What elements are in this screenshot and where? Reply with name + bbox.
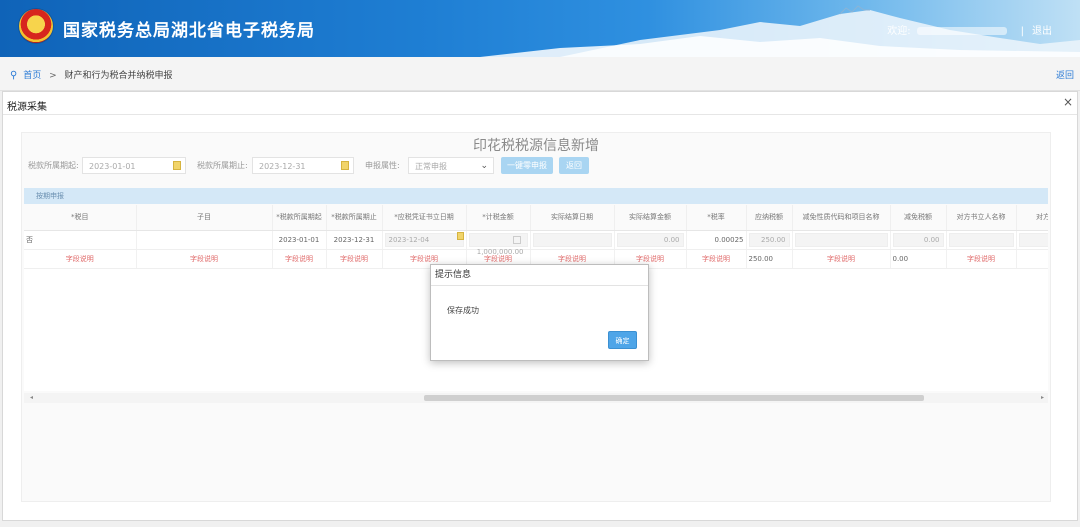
empty-cell bbox=[1016, 249, 1048, 269]
relief-code-cell[interactable] bbox=[792, 230, 891, 250]
period-start-label: 税款所属期起: bbox=[28, 161, 79, 170]
logout-link[interactable]: 退出 bbox=[1032, 26, 1052, 37]
panel-title: 税源采集 bbox=[7, 102, 47, 113]
form-title: 印花税税源信息新增 bbox=[473, 138, 599, 154]
tax-payable-value: 250.00 bbox=[748, 233, 790, 247]
username-redacted bbox=[916, 27, 1007, 35]
declare-attr-value: 正常申报 bbox=[415, 162, 447, 171]
horizontal-scrollbar[interactable]: ◂ ▸ bbox=[24, 393, 1048, 403]
settle-date-cell[interactable] bbox=[530, 230, 615, 250]
col-header: *税目 bbox=[24, 205, 137, 231]
location-pin-icon: ⚲ bbox=[10, 70, 18, 81]
breadcrumb-arrow: > bbox=[49, 71, 57, 81]
field-help-link[interactable]: 字段说明 bbox=[136, 249, 273, 269]
breadcrumb: ⚲ 首页 > 财产和行为税合并纳税申报 bbox=[10, 68, 173, 81]
dialog-message: 保存成功 bbox=[447, 306, 479, 315]
tax-payable-cell: 250.00 bbox=[746, 230, 793, 250]
tax-emblem-icon bbox=[19, 9, 53, 43]
counterparty-input[interactable] bbox=[948, 233, 1014, 247]
period-end-label: 税款所属期止: bbox=[197, 161, 248, 170]
welcome-text: 欢迎 bbox=[887, 26, 908, 37]
taxable-amount-input[interactable]: 1,000,000.00 bbox=[468, 233, 528, 256]
field-help-link[interactable]: 字段说明 bbox=[272, 249, 327, 269]
table-header-row: *税目 子目 *税款所属期起 *税款所属期止 *应税凭证书立日期 *计税金额 实… bbox=[24, 205, 1048, 231]
col-header: 实际结算金额 bbox=[614, 205, 687, 231]
user-area: 欢迎: | 退出 bbox=[887, 26, 1052, 37]
field-help-link[interactable]: 字段说明 bbox=[792, 249, 891, 269]
section-bar: 按期申报 bbox=[24, 188, 1048, 204]
col-header: *税款所属期止 bbox=[326, 205, 383, 231]
relief-amount-input[interactable]: 0.00 bbox=[892, 233, 944, 247]
tax-source-table: *税目 子目 *税款所属期起 *税款所属期止 *应税凭证书立日期 *计税金额 实… bbox=[24, 205, 1048, 269]
breadcrumb-home-link[interactable]: 首页 bbox=[23, 71, 41, 81]
relief-code-input[interactable] bbox=[794, 233, 888, 247]
col-header: 应纳税额 bbox=[746, 205, 793, 231]
period-end-input[interactable]: 2023-12-31 bbox=[252, 157, 354, 174]
col-header: 减免性质代码和项目名称 bbox=[792, 205, 891, 231]
col-header: 子目 bbox=[136, 205, 273, 231]
dialog-title: 提示信息 bbox=[431, 265, 648, 286]
col-header: *计税金额 bbox=[466, 205, 531, 231]
col-header: 减免税额 bbox=[890, 205, 947, 231]
one-click-zero-declare-button[interactable]: 一键零申报 bbox=[501, 157, 553, 174]
scrollbar-thumb[interactable] bbox=[424, 395, 924, 401]
settle-amount-cell[interactable]: 0.00 bbox=[614, 230, 687, 250]
voucher-date-cell[interactable]: 2023-12-04 bbox=[382, 230, 467, 250]
voucher-date-input[interactable]: 2023-12-04 bbox=[384, 232, 464, 247]
col-header: *税款所属期起 bbox=[272, 205, 327, 231]
back-link[interactable]: 返回 bbox=[1056, 68, 1074, 81]
declare-attr-label: 申报属性: bbox=[365, 161, 400, 170]
field-help-link[interactable]: 字段说明 bbox=[686, 249, 747, 269]
col-header: *应税凭证书立日期 bbox=[382, 205, 467, 231]
field-help-link[interactable]: 字段说明 bbox=[326, 249, 383, 269]
field-help-link[interactable]: 字段说明 bbox=[946, 249, 1017, 269]
relief-amount-total: 0.00 bbox=[890, 249, 947, 269]
period-end-value: 2023-12-31 bbox=[259, 162, 306, 171]
relief-amount-cell[interactable]: 0.00 bbox=[890, 230, 947, 250]
col-header: 对方书立 bbox=[1016, 205, 1048, 231]
calendar-icon[interactable] bbox=[173, 161, 181, 170]
settle-amount-input[interactable]: 0.00 bbox=[616, 233, 684, 247]
period-end-cell: 2023-12-31 bbox=[326, 230, 383, 250]
voucher-date-value: 2023-12-04 bbox=[388, 236, 430, 244]
tax-item-cell[interactable]: 否 bbox=[24, 230, 137, 250]
top-banner: 国家税务总局湖北省电子税务局 欢迎: | 退出 bbox=[0, 0, 1080, 57]
declare-attr-select[interactable]: 正常申报 ⌄ bbox=[408, 157, 494, 174]
taxable-amount-cell[interactable]: 1,000,000.00 bbox=[466, 230, 531, 256]
calendar-icon[interactable] bbox=[341, 161, 349, 170]
period-start-value: 2023-01-01 bbox=[89, 162, 136, 171]
counterparty2-input[interactable] bbox=[1018, 233, 1048, 247]
header-separator: | bbox=[1020, 26, 1024, 37]
settle-date-input[interactable] bbox=[532, 233, 612, 247]
scroll-right-icon[interactable]: ▸ bbox=[1041, 393, 1044, 403]
counterparty-cell[interactable] bbox=[946, 230, 1017, 250]
table-row: 否 2023-01-01 2023-12-31 2023-12-04 1,000… bbox=[24, 230, 1048, 256]
counterparty2-cell[interactable] bbox=[1016, 230, 1048, 250]
field-help-link[interactable]: 字段说明 bbox=[24, 249, 137, 269]
site-title: 国家税务总局湖北省电子税务局 bbox=[63, 21, 315, 41]
chevron-down-icon: ⌄ bbox=[480, 161, 488, 171]
period-start-cell: 2023-01-01 bbox=[272, 230, 327, 250]
col-header: 实际结算日期 bbox=[530, 205, 615, 231]
close-icon[interactable]: × bbox=[1063, 95, 1073, 109]
calendar-icon[interactable] bbox=[456, 232, 464, 240]
sub-item-cell[interactable] bbox=[136, 230, 273, 250]
breadcrumb-current: 财产和行为税合并纳税申报 bbox=[64, 71, 173, 81]
col-header: 对方书立人名称 bbox=[946, 205, 1017, 231]
scroll-left-icon[interactable]: ◂ bbox=[30, 393, 33, 403]
period-start-input[interactable]: 2023-01-01 bbox=[82, 157, 186, 174]
tax-rate-cell: 0.00025 bbox=[686, 230, 747, 250]
info-dialog: 提示信息 保存成功 确定 bbox=[430, 264, 649, 361]
checkbox[interactable] bbox=[512, 236, 521, 244]
tax-payable-total: 250.00 bbox=[746, 249, 793, 269]
tax-item-value: 否 bbox=[26, 236, 33, 244]
ok-button[interactable]: 确定 bbox=[608, 331, 637, 349]
panel-header: 税源采集 × bbox=[3, 92, 1077, 115]
form-back-button[interactable]: 返回 bbox=[559, 157, 589, 174]
col-header: *税率 bbox=[686, 205, 747, 231]
breadcrumb-bar: ⚲ 首页 > 财产和行为税合并纳税申报 返回 bbox=[0, 57, 1080, 91]
